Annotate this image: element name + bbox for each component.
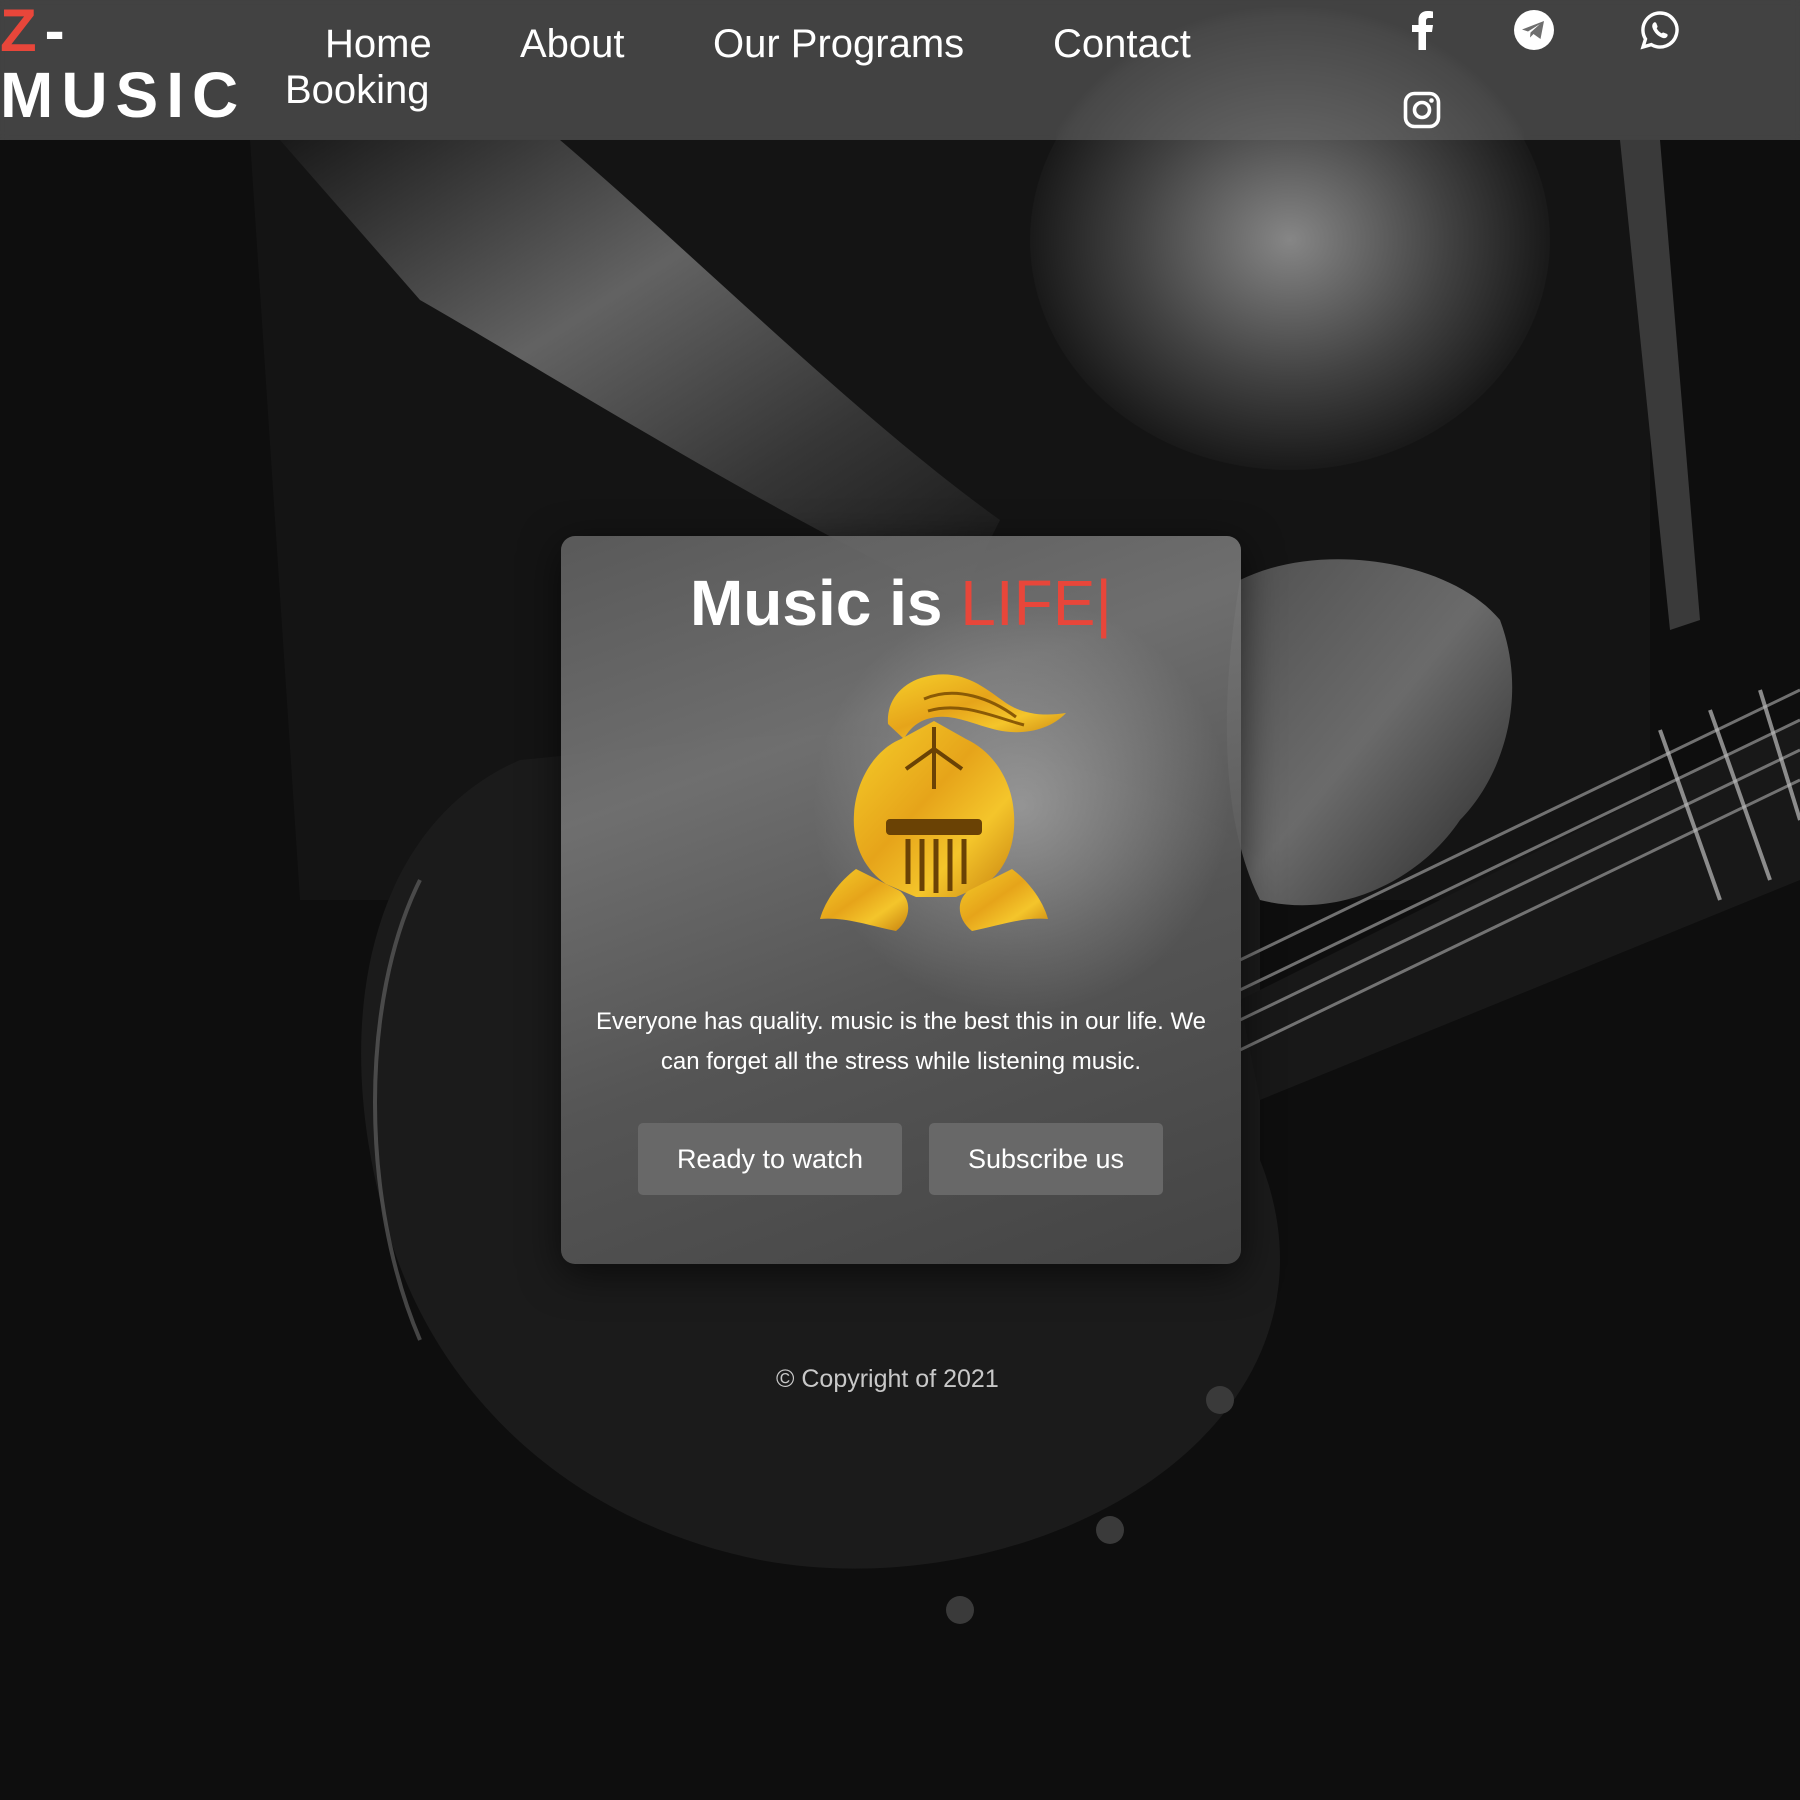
hero-description: Everyone has quality. music is the best … bbox=[595, 1008, 1207, 1075]
nav-link-about[interactable]: About bbox=[520, 22, 625, 67]
hero-title-accent: LIFE bbox=[960, 567, 1096, 639]
telegram-icon[interactable] bbox=[1512, 8, 1556, 52]
nav-link-booking[interactable]: Booking bbox=[285, 68, 430, 113]
typing-cursor: | bbox=[1095, 567, 1113, 639]
top-navigation-bar: Z- MUSIC Home About Our Programs Contact… bbox=[0, 0, 1800, 140]
social-links bbox=[1400, 8, 1700, 129]
copyright-text: © Copyright of 2021 bbox=[776, 1365, 999, 1393]
site-logo[interactable]: Z- MUSIC bbox=[0, 0, 247, 131]
instagram-icon[interactable] bbox=[1400, 88, 1444, 132]
hero-title-prefix: Music is bbox=[689, 567, 943, 639]
knight-helmet-icon bbox=[820, 674, 1066, 931]
hero-card: Music is LIFE| Everyone has quality. mus… bbox=[561, 536, 1241, 1264]
logo-letter: Z bbox=[0, 0, 45, 64]
ready-to-watch-button[interactable]: Ready to watch bbox=[638, 1123, 902, 1195]
logo-dash: - bbox=[44, 0, 73, 64]
page: Z- MUSIC Home About Our Programs Contact… bbox=[0, 0, 1800, 1800]
nav-link-our-programs[interactable]: Our Programs bbox=[713, 22, 964, 67]
nav-link-contact[interactable]: Contact bbox=[1053, 22, 1191, 67]
logo-word: MUSIC bbox=[0, 59, 247, 131]
nav-link-home[interactable]: Home bbox=[325, 22, 432, 67]
subscribe-button[interactable]: Subscribe us bbox=[929, 1123, 1163, 1195]
facebook-icon[interactable] bbox=[1400, 8, 1444, 52]
hero-title: Music is LIFE| bbox=[561, 566, 1241, 640]
whatsapp-icon[interactable] bbox=[1638, 8, 1682, 52]
